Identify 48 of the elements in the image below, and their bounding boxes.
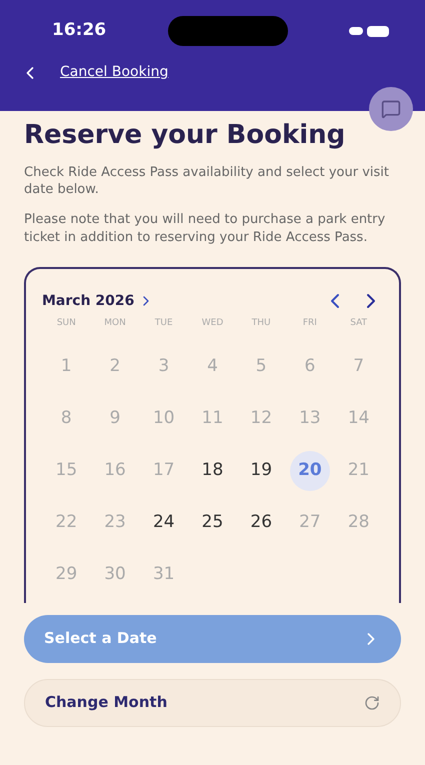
info-text: Check Ride Access Pass availability and select your visit date below. [24,164,390,200]
calendar-day[interactable]: 26 [241,502,282,542]
info-text: Please note that you will need to purchase a park entry ticket in addition to reserving your Ride Access Pass. [24,211,386,247]
cancel-booking-link[interactable]: Cancel Booking [60,62,168,83]
calendar-day[interactable]: 8 [46,398,86,438]
calendar-day[interactable]: 15 [46,450,86,490]
calendar-day[interactable]: 6 [290,346,330,386]
calendar-day[interactable]: 17 [144,450,184,490]
weekday-label: MON [103,317,127,330]
weekday-label: SAT [349,317,368,330]
calendar-day[interactable]: 1 [46,346,86,386]
weekday-label: WED [200,317,224,330]
chat-button[interactable] [369,87,413,131]
calendar-day[interactable]: 7 [338,346,379,386]
calendar-day[interactable]: 3 [144,346,184,386]
calendar-day[interactable]: 31 [144,554,184,594]
calendar-day[interactable]: 5 [241,346,282,386]
calendar-day[interactable]: 12 [241,398,282,438]
calendar-day[interactable]: 4 [192,346,232,386]
month-selector[interactable]: March 2026 [42,290,154,312]
calendar-day[interactable]: 27 [290,502,330,542]
calendar-day[interactable]: 10 [144,398,184,438]
calendar-day[interactable]: 18 [192,450,232,490]
calendar-day[interactable]: 29 [46,554,86,594]
calendar-day[interactable]: 25 [192,502,232,542]
calendar-day[interactable]: 9 [95,398,136,438]
calendar-day[interactable]: 19 [241,450,282,490]
calendar-day[interactable]: 13 [290,398,330,438]
calendar-day[interactable]: 11 [192,398,232,438]
status-time: 16:26 [51,19,106,42]
calendar-day[interactable]: 21 [338,450,379,490]
calendar-day[interactable]: 16 [95,450,136,490]
change-month-button[interactable]: Change Month [24,678,401,726]
weekday-label: SUN [56,317,77,330]
calendar-day[interactable]: 22 [46,502,86,542]
refresh-icon [364,694,380,710]
page-title: Reserve your Booking [24,119,346,152]
weekday-label: TUE [154,317,174,330]
calendar-day[interactable]: 2 [95,346,136,386]
calendar-day[interactable]: 14 [338,398,379,438]
calendar-day[interactable]: 23 [95,502,136,542]
weekday-label: THU [250,317,272,330]
weekday-label: FRI [302,317,318,330]
calendar-day[interactable]: 24 [144,502,184,542]
calendar-day[interactable]: 30 [95,554,136,594]
chat-icon [381,99,401,119]
calendar-day[interactable]: 28 [338,502,379,542]
calendar-day[interactable]: 20 [290,450,330,490]
